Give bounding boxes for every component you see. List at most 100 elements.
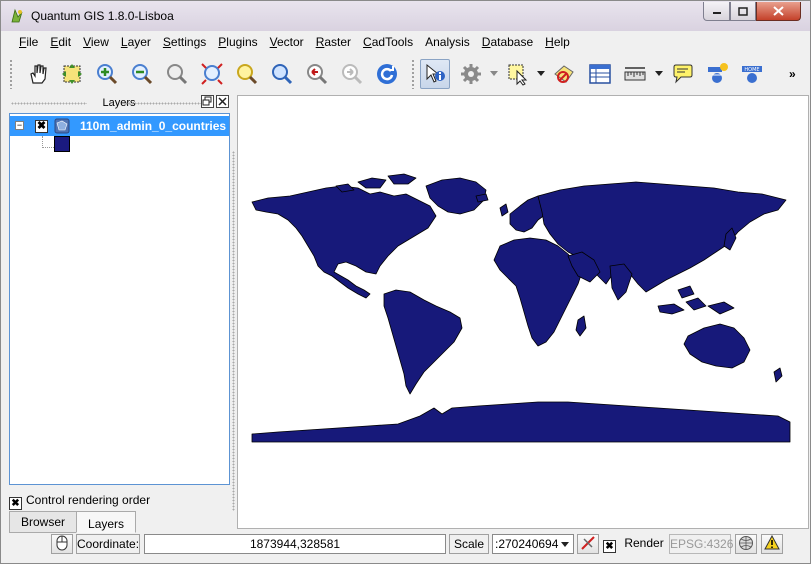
zoom-in-button[interactable] <box>92 59 122 89</box>
rendering-order-label: Control rendering order <box>26 493 151 507</box>
tab-layers[interactable]: Layers <box>76 511 137 533</box>
new-bookmark-button[interactable] <box>702 59 732 89</box>
layer-tree: − ✖ 110m_admin_0_countries <box>9 113 230 485</box>
title-bar: Quantum GIS 1.8.0-Lisboa <box>1 1 810 31</box>
zoom-out-icon <box>132 64 153 85</box>
menu-item[interactable]: Database <box>476 33 539 53</box>
legend-connector <box>42 136 54 148</box>
zoom-out-button[interactable] <box>127 59 157 89</box>
menu-item[interactable]: Vector <box>264 33 310 53</box>
control-rendering-order[interactable]: ✖ Control rendering order <box>9 493 150 510</box>
zoom-to-selection-button[interactable] <box>232 59 262 89</box>
layers-panel-title: Layers <box>7 95 231 111</box>
toolbar-grip[interactable] <box>9 59 13 89</box>
measure-dropdown-arrow[interactable] <box>655 71 663 76</box>
run-action-button[interactable] <box>456 59 486 89</box>
float-panel-button[interactable] <box>201 95 214 108</box>
zoom-next-icon <box>342 64 363 85</box>
zoom-full-icon <box>201 63 223 85</box>
toolbar-overflow-button[interactable]: » <box>789 67 796 81</box>
zoom-selected-icon <box>237 64 258 85</box>
layers-panel: Layers − ✖ 110m_admin_0_countries ✖ Contr… <box>7 93 231 533</box>
rendering-order-checkbox[interactable]: ✖ <box>9 497 22 510</box>
legend-symbol-swatch[interactable] <box>54 136 70 152</box>
toggle-extents-button[interactable] <box>51 534 73 554</box>
select-icon <box>508 64 528 86</box>
maximize-button[interactable] <box>730 2 756 21</box>
render-checkbox[interactable]: ✖ <box>603 540 616 553</box>
mouse-icon <box>56 535 68 551</box>
zoom-to-layer-button[interactable] <box>162 59 192 89</box>
identify-tool-button[interactable] <box>420 59 450 89</box>
zoom-last-button[interactable] <box>302 59 332 89</box>
window-title: Quantum GIS 1.8.0-Lisboa <box>31 9 174 23</box>
toolbar-grip[interactable] <box>411 59 415 89</box>
menu-item[interactable]: Help <box>539 33 576 53</box>
minimize-button[interactable] <box>703 2 730 21</box>
coordinate-field[interactable]: 1873944,328581 <box>144 534 446 554</box>
panel-splitter[interactable] <box>232 151 235 511</box>
render-toggle[interactable]: ✖ Render <box>603 534 664 554</box>
zoom-selection-tool-button[interactable] <box>57 59 87 89</box>
menu-item[interactable]: File <box>13 33 44 53</box>
coordinate-label: Coordinate: <box>76 534 140 554</box>
map-tips-button[interactable] <box>668 59 698 89</box>
close-panel-button[interactable] <box>216 95 229 108</box>
globe-icon <box>739 536 753 550</box>
status-bar: Coordinate: 1873944,328581 Scale :270240… <box>1 531 810 563</box>
menu-item[interactable]: Analysis <box>419 33 476 53</box>
menu-item[interactable]: Plugins <box>212 33 263 53</box>
refresh-button[interactable] <box>372 59 402 89</box>
minimize-icon <box>712 12 721 14</box>
attribute-table-icon <box>589 64 611 84</box>
layer-row[interactable]: − ✖ 110m_admin_0_countries <box>10 116 229 136</box>
menu-bar: File Edit View Layer Settings Plugins Vector Ra… <box>1 33 810 53</box>
actions-dropdown-arrow[interactable] <box>490 71 498 76</box>
scale-value: :270240694 <box>495 537 559 551</box>
pan-tool-button[interactable] <box>23 59 53 89</box>
stop-render-icon <box>581 536 595 550</box>
messages-button[interactable] <box>761 534 783 554</box>
scale-label: Scale <box>449 534 489 554</box>
select-features-button[interactable] <box>503 59 533 89</box>
deselect-icon <box>554 65 574 83</box>
attribute-table-button[interactable] <box>585 59 615 89</box>
render-label: Render <box>624 536 664 550</box>
maximize-icon <box>738 6 748 16</box>
close-icon <box>218 97 227 106</box>
menu-item[interactable]: Edit <box>44 33 77 53</box>
collapse-toggle[interactable]: − <box>15 121 24 130</box>
menu-item[interactable]: Raster <box>310 33 357 53</box>
zoom-layer-icon <box>167 64 188 85</box>
menu-item[interactable]: View <box>77 33 115 53</box>
layer-visibility-checkbox[interactable]: ✖ <box>35 120 48 133</box>
scale-combobox[interactable]: :270240694 <box>492 534 574 554</box>
layer-name: 110m_admin_0_countries <box>80 119 227 133</box>
menu-item[interactable]: Layer <box>115 33 157 53</box>
panel-tabs: Browser Layers <box>9 511 137 533</box>
menu-item[interactable]: Settings <box>157 33 212 53</box>
polygon-layer-icon <box>54 118 70 134</box>
zoom-selection-icon <box>62 64 82 84</box>
stop-render-button[interactable] <box>577 534 599 554</box>
select-dropdown-arrow[interactable] <box>537 71 545 76</box>
zoom-last-icon <box>307 64 328 85</box>
map-toolbar: HOME » <box>1 55 810 93</box>
crs-status-button[interactable]: EPSG:4326 <box>669 534 733 554</box>
projection-button[interactable] <box>735 534 757 554</box>
show-bookmarks-icon: HOME <box>742 66 762 83</box>
tab-browser[interactable]: Browser <box>9 511 78 533</box>
show-bookmarks-button[interactable]: HOME <box>737 59 767 89</box>
measure-line-button[interactable] <box>620 59 650 89</box>
identify-icon <box>426 63 445 83</box>
zoom-full-button[interactable] <box>197 59 227 89</box>
zoom-native-button[interactable] <box>267 59 297 89</box>
close-button[interactable] <box>756 2 801 21</box>
map-canvas[interactable] <box>237 95 809 529</box>
zoom-next-button[interactable] <box>337 59 367 89</box>
chevron-down-icon[interactable] <box>561 542 569 547</box>
qgis-window: Quantum GIS 1.8.0-Lisboa File Edit View Lay… <box>0 0 811 564</box>
deselect-features-button[interactable] <box>549 59 579 89</box>
float-icon <box>202 96 212 106</box>
menu-item[interactable]: CadTools <box>357 33 419 53</box>
